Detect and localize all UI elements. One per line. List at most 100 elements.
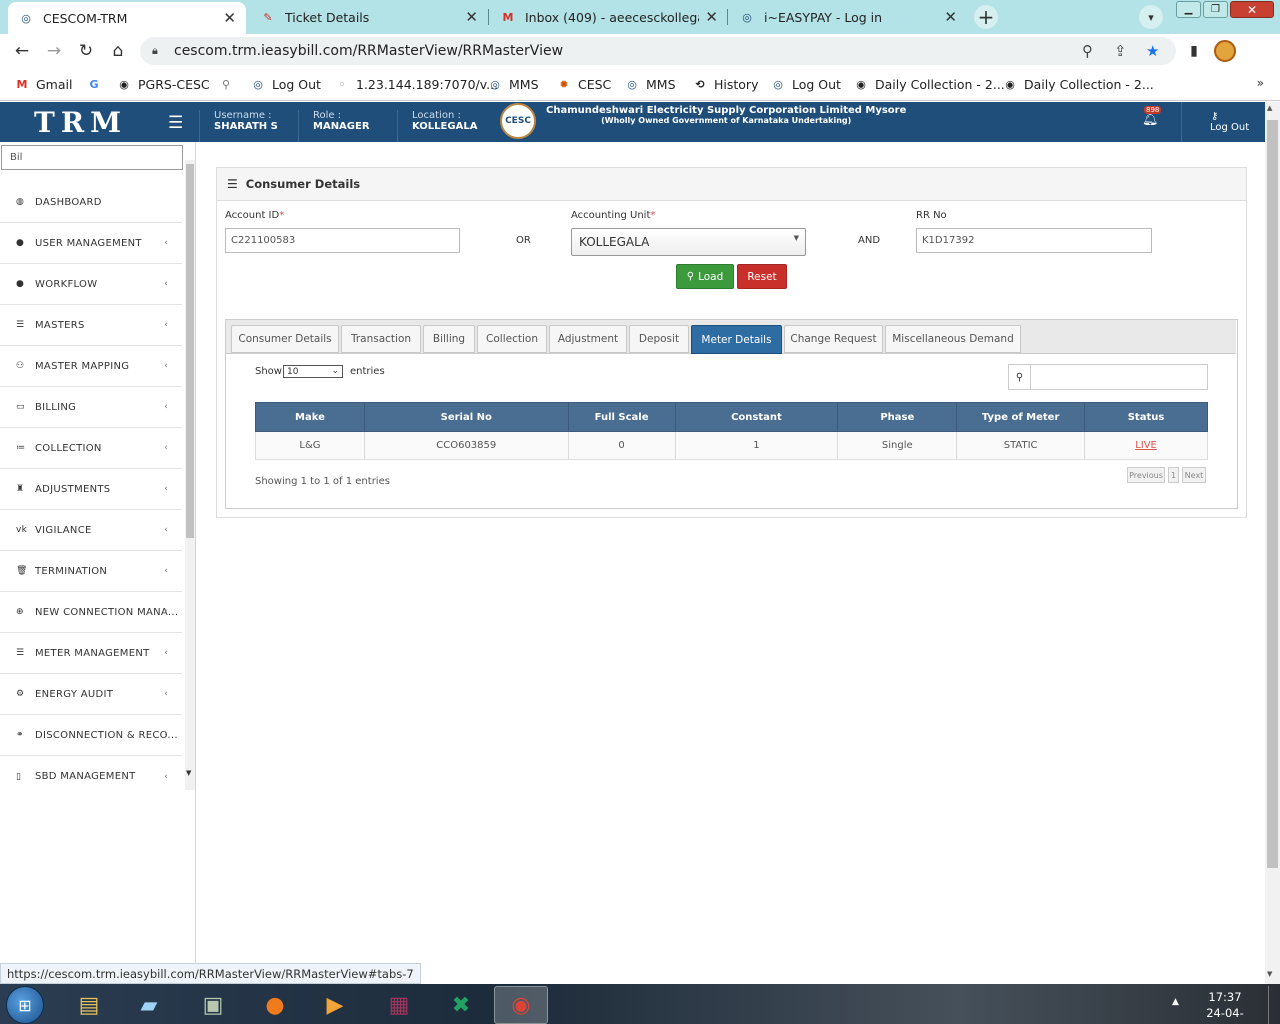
bell-icon[interactable]: 🔔︎	[1142, 112, 1159, 127]
reload-icon[interactable]: ↻	[76, 41, 96, 61]
sidebar-item-masters[interactable]: ☰ MASTERS ‹	[0, 305, 182, 346]
browser-tab-ticket-details[interactable]: ✎ Ticket Details ✕	[250, 3, 488, 31]
bookmark-pgrs-cesc[interactable]: ◉ PGRS-CESC	[116, 76, 209, 92]
close-window-button[interactable]: ✕	[1230, 1, 1274, 18]
accounting-unit-select[interactable]: KOLLEGALA ▼	[571, 228, 806, 256]
page-scrollbar-thumb[interactable]	[1267, 120, 1278, 868]
close-icon[interactable]: ✕	[705, 8, 718, 26]
sidebar-item-vigilance[interactable]: vk VIGILANCE ‹	[0, 510, 182, 551]
bookmark-daily-collection-2[interactable]: ◉ Daily Collection - 2...	[1002, 76, 1154, 92]
tab-search-button[interactable]: ▾	[1139, 5, 1163, 29]
tab-meter-details[interactable]: Meter Details	[691, 325, 782, 354]
minimize-button[interactable]: ▁	[1176, 1, 1201, 18]
tray-overflow-icon[interactable]: ▲	[1172, 997, 1179, 1007]
zoom-icon[interactable]: ⚲	[1082, 42, 1093, 60]
column-header-type-of-meter[interactable]: Type of Meter	[956, 402, 1086, 432]
bookmark-logout-2[interactable]: ◎ Log Out	[770, 76, 841, 92]
browser-tab-easypay[interactable]: ◎ i~EASYPAY - Log in ✕	[729, 3, 967, 31]
rr-no-input[interactable]: K1D17392	[916, 228, 1152, 253]
load-button[interactable]: ⚲ Load	[676, 264, 734, 289]
column-header-full-scale[interactable]: Full Scale	[567, 402, 676, 432]
excel-icon[interactable]: ✖	[434, 986, 488, 1024]
scroll-down-icon[interactable]: ▼	[1267, 970, 1272, 978]
notepad-icon[interactable]: ▰	[122, 986, 176, 1024]
sidebar-scroll-down-icon[interactable]: ▼	[186, 769, 191, 777]
tab-consumer-details[interactable]: Consumer Details	[231, 325, 339, 353]
sidebar-item-user-management[interactable]: ● USER MANAGEMENT ‹	[0, 223, 182, 264]
tab-adjustment[interactable]: Adjustment	[549, 325, 627, 353]
sidebar-item-new-connection[interactable]: ⊕ NEW CONNECTION MANA... ‹	[0, 592, 182, 633]
column-header-status[interactable]: Status	[1084, 402, 1208, 432]
sidebar-item-workflow[interactable]: ● WORKFLOW ‹	[0, 264, 182, 305]
bookmarks-overflow-icon[interactable]: »	[1257, 76, 1264, 90]
network-icon[interactable]: ▣	[186, 986, 240, 1024]
page-1-button[interactable]: 1	[1168, 467, 1179, 483]
bookmark-logout-1[interactable]: ◎ Log Out	[250, 76, 321, 92]
tab-change-request[interactable]: Change Request	[784, 325, 883, 353]
sidebar-search-input[interactable]	[1, 145, 183, 170]
tab-deposit[interactable]: Deposit	[629, 325, 689, 353]
column-header-phase[interactable]: Phase	[837, 402, 958, 432]
column-header-serial-no[interactable]: Serial No	[363, 402, 569, 432]
sidebar-scrollbar-thumb[interactable]	[186, 164, 194, 538]
start-button[interactable]: ⊞	[6, 986, 44, 1024]
bookmark-search[interactable]: ⚲	[218, 76, 240, 92]
forward-icon[interactable]: →	[44, 41, 64, 61]
column-header-constant[interactable]: Constant	[674, 402, 839, 432]
column-header-make[interactable]: Make	[255, 402, 365, 432]
explorer-icon[interactable]: ▤	[62, 986, 116, 1024]
bookmark-mms-1[interactable]: ◎ MMS	[487, 76, 538, 92]
sidebar-item-energy-audit[interactable]: ⚙ ENERGY AUDIT ‹	[0, 674, 182, 715]
restore-button[interactable]: ❐	[1203, 1, 1228, 18]
sidebar-item-collection[interactable]: ≔ COLLECTION ‹	[0, 428, 182, 469]
bookmark-star-icon[interactable]: ★	[1146, 42, 1159, 60]
reset-button[interactable]: Reset	[737, 264, 787, 289]
sidebar-item-disconnection[interactable]: ⚭ DISCONNECTION & RECO... ‹	[0, 715, 182, 756]
media-player-icon[interactable]: ▶	[308, 986, 362, 1024]
bookmark-cesc[interactable]: ✹ CESC	[556, 76, 611, 92]
sidepanel-icon[interactable]: ▮	[1184, 41, 1204, 61]
logout-button[interactable]: ⚷ Log Out	[1181, 102, 1265, 142]
close-icon[interactable]: ✕	[465, 8, 478, 26]
sidebar-item-sbd-management[interactable]: ▯ SBD MANAGEMENT ‹	[0, 756, 182, 797]
share-icon[interactable]: ⇪	[1114, 42, 1127, 60]
next-page-button[interactable]: Next	[1182, 467, 1206, 483]
page-size-select[interactable]: 10 ⌄	[283, 365, 343, 378]
account-id-input[interactable]: C221100583	[225, 228, 460, 253]
previous-page-button[interactable]: Previous	[1127, 467, 1165, 483]
sidebar-item-billing[interactable]: ▭ BILLING ‹	[0, 387, 182, 428]
status-link[interactable]: LIVE	[1084, 431, 1208, 460]
sidebar-item-master-mapping[interactable]: ⚇ MASTER MAPPING ‹	[0, 346, 182, 387]
scroll-up-icon[interactable]: ▲	[1267, 104, 1272, 112]
bookmark-history[interactable]: ⟲ History	[692, 76, 758, 92]
back-icon[interactable]: ←	[12, 41, 32, 61]
new-tab-button[interactable]: +	[974, 5, 998, 29]
bookmark-ip[interactable]: ◦ 1.23.144.189:7070/v...	[334, 76, 498, 92]
bookmark-google[interactable]: G	[86, 76, 108, 92]
system-clock[interactable]: 17:37 24-04-2023	[1194, 989, 1256, 1024]
show-desktop-button[interactable]	[1268, 986, 1280, 1024]
winrar-icon[interactable]: ▦	[372, 986, 426, 1024]
profile-avatar[interactable]	[1214, 40, 1236, 62]
sidebar-item-dashboard[interactable]: ◍ DASHBOARD	[0, 182, 182, 223]
sidebar-item-meter-management[interactable]: ☰ METER MANAGEMENT ‹	[0, 633, 182, 674]
bookmark-daily-collection-1[interactable]: ◉ Daily Collection - 2...	[853, 76, 1005, 92]
firefox-icon[interactable]: ●	[248, 986, 302, 1024]
address-bar[interactable]: 🔒︎ cescom.trm.ieasybill.com/RRMasterView…	[140, 37, 1176, 65]
browser-tab-cescom-trm[interactable]: ◎ CESCOM-TRM ✕	[8, 2, 246, 34]
sidebar-item-adjustments[interactable]: ♜ ADJUSTMENTS ‹	[0, 469, 182, 510]
sidebar-item-termination[interactable]: 🗑︎ TERMINATION ‹	[0, 551, 182, 592]
tab-miscellaneous-demand[interactable]: Miscellaneous Demand	[885, 325, 1021, 353]
chrome-icon[interactable]: ◉	[494, 986, 548, 1024]
hamburger-menu-icon[interactable]: ☰	[168, 113, 183, 133]
bookmark-gmail[interactable]: M Gmail	[14, 76, 73, 92]
close-icon[interactable]: ✕	[223, 9, 236, 27]
close-icon[interactable]: ✕	[944, 8, 957, 26]
table-search-input[interactable]: ⚲	[1008, 364, 1208, 390]
bookmark-mms-2[interactable]: ◎ MMS	[624, 76, 675, 92]
tab-billing[interactable]: Billing	[423, 325, 475, 353]
browser-tab-inbox[interactable]: M Inbox (409) - aeecesckollegal@gm ✕	[490, 3, 728, 31]
lock-icon[interactable]: 🔒︎	[152, 44, 164, 58]
tab-collection[interactable]: Collection	[477, 325, 547, 353]
home-icon[interactable]: ⌂	[108, 41, 128, 61]
